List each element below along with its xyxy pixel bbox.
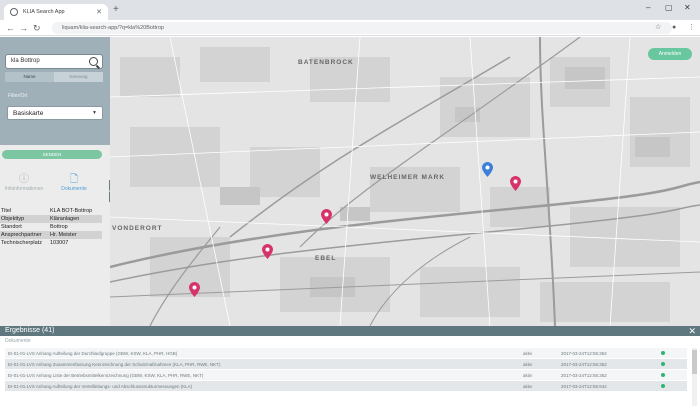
menu-kebab-icon[interactable]: ⋮ (688, 22, 695, 34)
results-header: Ergebnisse (41) ✕ (0, 326, 700, 336)
map-pin-icon[interactable] (262, 244, 273, 259)
table-row[interactable]: EI-01-01-LVS Anhang Zusammenfassung Kenn… (5, 359, 687, 370)
info-row: Objekttyp Kläranlagen (0, 215, 102, 223)
table-row[interactable]: EI-01-01-LVS Anhang Aufteilung der Durch… (5, 348, 687, 359)
results-scrollbar[interactable] (692, 348, 697, 406)
info-key: Standort (1, 224, 22, 230)
results-list: EI-01-01-LVS Anhang Aufteilung der Durch… (5, 348, 687, 392)
scrollbar-thumb[interactable] (692, 350, 697, 374)
search-panel: kla Bottrop Name Kennung Filter/Ort Basi… (0, 37, 110, 145)
info-tool-label: Infoinformationen (4, 186, 44, 192)
info-key: Ansprechpartner (1, 232, 42, 238)
status-dot-icon (661, 361, 665, 366)
status-dot-icon (661, 350, 665, 355)
tab-close-icon[interactable]: ✕ (96, 8, 102, 16)
result-date: 2017-03-24T12:55:362 (561, 361, 607, 367)
filter-label: Filter/Ort (8, 93, 28, 99)
map-label: WELHEIMER MARK (370, 174, 446, 181)
result-state: aktiv (523, 361, 533, 367)
sidebar: kla Bottrop Name Kennung Filter/Ort Basi… (0, 37, 110, 326)
result-date: 2017-03-24T12:55:642 (561, 383, 607, 389)
profile-icon[interactable]: ● (672, 22, 676, 34)
reload-icon[interactable]: ↻ (33, 22, 41, 34)
info-value: Bottrop (50, 224, 68, 230)
browser-toolbar: ← → ↻ liquam/klia-search-app/?q=kla%20Bo… (0, 20, 700, 36)
result-state: aktiv (523, 383, 533, 389)
results-title: Ergebnisse (41) (5, 327, 55, 334)
browser-tab[interactable]: KLIA Search App ✕ (4, 4, 108, 20)
info-key: Titel (1, 208, 12, 214)
info-row: Technischerplatz 103007 (0, 239, 102, 247)
map-pin-icon[interactable] (510, 176, 521, 191)
tab-kennung[interactable]: Kennung (54, 72, 103, 82)
close-icon[interactable]: ✕ (688, 326, 696, 336)
chevron-down-icon: ▼ (92, 110, 97, 116)
info-row: Titel KLA BOT-Bottrop (0, 207, 102, 215)
info-icon: ⓘ (19, 174, 29, 185)
address-bar[interactable]: liquam/klia-search-app/?q=kla%20Bottrop (52, 22, 672, 34)
back-arrow-icon[interactable]: ← (6, 22, 15, 34)
globe-icon (10, 8, 18, 16)
result-state: aktiv (523, 350, 533, 356)
tab-name[interactable]: Name (5, 72, 54, 82)
results-column-header: Dokumente (5, 338, 31, 344)
table-row[interactable]: EI-01-01-LVS Anhang Liste der Betriebsmi… (5, 370, 687, 381)
status-dot-icon (661, 383, 665, 388)
document-icon: 🗋 (69, 174, 79, 185)
search-value: kla Bottrop (11, 58, 40, 64)
info-row: Ansprechpartner Hr. Meister (0, 231, 102, 239)
documents-tool-label: Dokumente (61, 186, 87, 192)
result-description: EI-01-01-LVS Anhang Liste der Betriebsmi… (8, 372, 204, 378)
map-pin-icon[interactable] (189, 282, 200, 297)
info-key: Technischerplatz (1, 240, 42, 246)
search-icon[interactable] (89, 57, 98, 66)
info-value: KLA BOT-Bottrop (50, 208, 93, 214)
info-tool-button[interactable]: ⓘ Infoinformationen (2, 174, 46, 193)
close-window-button[interactable]: ✕ (684, 3, 691, 12)
result-date: 2017-03-24T12:55:362 (561, 350, 607, 356)
new-tab-button[interactable]: + (113, 4, 119, 16)
result-state: aktiv (523, 372, 533, 378)
bookmark-star-icon[interactable]: ☆ (655, 22, 661, 34)
send-button[interactable]: SENDEN (2, 150, 102, 159)
tab-title: KLIA Search App (23, 9, 65, 15)
status-dot-icon (661, 372, 665, 377)
object-info-table: Titel KLA BOT-Bottrop Objekttyp Kläranla… (0, 207, 102, 247)
info-value: Kläranlagen (50, 216, 80, 222)
info-value: Hr. Meister (50, 232, 77, 238)
search-input[interactable]: kla Bottrop (5, 54, 103, 69)
info-value: 103007 (50, 240, 69, 246)
table-row[interactable]: EI-01-01-LVS Anhang Aufteilung der Verte… (5, 381, 687, 392)
map-label: VONDERORT (112, 225, 163, 232)
map-pin-icon-selected[interactable] (482, 162, 493, 177)
documents-tool-button[interactable]: 🗋 Dokumente (52, 174, 96, 193)
result-description: EI-01-01-LVS Anhang Aufteilung der Verte… (8, 383, 193, 389)
basemap-select-value: Basiskarte (13, 110, 44, 117)
info-row: Standort Bottrop (0, 223, 102, 231)
basemap-select[interactable]: Basiskarte ▼ (7, 106, 103, 120)
result-description: EI-01-01-LVS Anhang Aufteilung der Durch… (8, 350, 178, 356)
search-mode-tabs: Name Kennung (5, 72, 103, 82)
forward-arrow-icon[interactable]: → (19, 22, 28, 34)
browser-tabstrip: KLIA Search App ✕ + – ▢ ✕ (0, 0, 700, 20)
minimize-button[interactable]: – (646, 3, 650, 12)
address-url: liquam/klia-search-app/?q=kla%20Bottrop (62, 25, 164, 31)
results-panel: Ergebnisse (41) ✕ Dokumente EI-01-01-LVS… (0, 326, 700, 408)
result-date: 2017-03-24T12:55:362 (561, 372, 607, 378)
map-view[interactable]: BATENBROCK WELHEIMER MARK EBEL VONDERORT… (110, 37, 700, 326)
login-button[interactable]: Anmelden (648, 48, 692, 60)
map-pin-icon[interactable] (321, 209, 332, 224)
map-label: BATENBROCK (298, 59, 354, 66)
info-key: Objekttyp (1, 216, 25, 222)
result-description: EI-01-01-LVS Anhang Zusammenfassung Kenn… (8, 361, 221, 367)
maximize-button[interactable]: ▢ (665, 3, 673, 12)
map-label: EBEL (315, 255, 337, 262)
